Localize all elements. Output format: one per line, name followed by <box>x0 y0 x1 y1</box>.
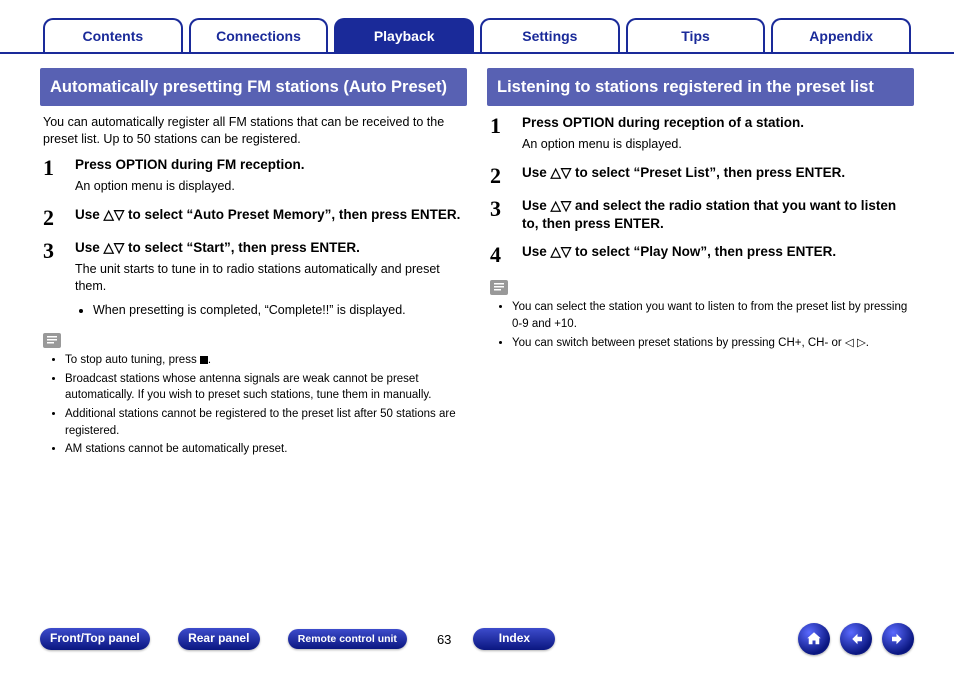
step-title: Use △▽ to select “Auto Preset Memory”, t… <box>75 206 464 224</box>
tab-contents[interactable]: Contents <box>43 18 183 52</box>
note-item: Additional stations cannot be registered… <box>65 406 464 439</box>
step-title: Use △▽ to select “Start”, then press ENT… <box>75 239 464 257</box>
note-item: Broadcast stations whose antenna signals… <box>65 371 464 404</box>
page-number: 63 <box>437 632 451 647</box>
step-item: 1 Press OPTION during reception of a sta… <box>490 114 911 154</box>
arrow-right-icon <box>889 630 907 648</box>
tab-connections[interactable]: Connections <box>189 18 329 52</box>
notes-list-left: To stop auto tuning, press . Broadcast s… <box>43 352 464 458</box>
step-number: 3 <box>490 197 522 233</box>
step-bullets: When presetting is completed, “Complete!… <box>75 301 464 319</box>
note-icon <box>43 333 61 348</box>
steps-list-right: 1 Press OPTION during reception of a sta… <box>487 114 914 266</box>
step-number: 3 <box>43 239 75 319</box>
section-header-auto-preset: Automatically presetting FM stations (Au… <box>40 68 467 106</box>
step-desc: An option menu is displayed. <box>75 178 464 196</box>
bullet: When presetting is completed, “Complete!… <box>93 301 464 319</box>
step-item: 4 Use △▽ to select “Play Now”, then pres… <box>490 243 911 266</box>
step-title: Use △▽ to select “Preset List”, then pre… <box>522 164 911 182</box>
step-item: 1 Press OPTION during FM reception. An o… <box>43 156 464 196</box>
step-desc: The unit starts to tune in to radio stat… <box>75 261 464 296</box>
arrow-left-icon <box>847 630 865 648</box>
note-item: To stop auto tuning, press . <box>65 352 464 369</box>
home-icon <box>805 630 823 648</box>
step-title: Use △▽ and select the radio station that… <box>522 197 911 233</box>
tab-playback[interactable]: Playback <box>334 18 474 52</box>
step-number: 4 <box>490 243 522 266</box>
footer-button-rear-panel[interactable]: Rear panel <box>178 628 260 650</box>
right-column: Listening to stations registered in the … <box>487 68 914 460</box>
next-page-button[interactable] <box>882 623 914 655</box>
footer-button-front-top-panel[interactable]: Front/Top panel <box>40 628 150 650</box>
tab-settings[interactable]: Settings <box>480 18 620 52</box>
step-item: 3 Use △▽ to select “Start”, then press E… <box>43 239 464 319</box>
step-desc: An option menu is displayed. <box>522 136 911 154</box>
note-item: You can select the station you want to l… <box>512 299 911 332</box>
step-number: 2 <box>43 206 75 229</box>
stop-icon <box>200 356 208 364</box>
step-item: 2 Use △▽ to select “Auto Preset Memory”,… <box>43 206 464 229</box>
prev-page-button[interactable] <box>840 623 872 655</box>
note-item: You can switch between preset stations b… <box>512 335 911 352</box>
section-header-preset-list: Listening to stations registered in the … <box>487 68 914 106</box>
home-button[interactable] <box>798 623 830 655</box>
footer-button-index[interactable]: Index <box>473 628 555 650</box>
steps-list-left: 1 Press OPTION during FM reception. An o… <box>40 156 467 319</box>
tab-appendix[interactable]: Appendix <box>771 18 911 52</box>
nav-icons <box>798 623 914 655</box>
note-item: AM stations cannot be automatically pres… <box>65 441 464 458</box>
step-title: Press OPTION during FM reception. <box>75 156 464 174</box>
step-title: Press OPTION during reception of a stati… <box>522 114 911 132</box>
step-title: Use △▽ to select “Play Now”, then press … <box>522 243 911 261</box>
notes-list-right: You can select the station you want to l… <box>490 299 911 351</box>
step-item: 3 Use △▽ and select the radio station th… <box>490 197 911 233</box>
footer-button-remote-control-unit[interactable]: Remote control unit <box>288 629 407 649</box>
page-content: Automatically presetting FM stations (Au… <box>0 54 954 460</box>
note-text: To stop auto tuning, press <box>65 354 200 366</box>
step-number: 2 <box>490 164 522 187</box>
intro-text: You can automatically register all FM st… <box>40 114 467 156</box>
left-column: Automatically presetting FM stations (Au… <box>40 68 467 460</box>
step-item: 2 Use △▽ to select “Preset List”, then p… <box>490 164 911 187</box>
tab-tips[interactable]: Tips <box>626 18 766 52</box>
footer: Front/Top panel Rear panel Remote contro… <box>0 623 954 655</box>
step-number: 1 <box>43 156 75 196</box>
note-icon <box>490 280 508 295</box>
top-tabs: Contents Connections Playback Settings T… <box>0 0 954 54</box>
step-number: 1 <box>490 114 522 154</box>
